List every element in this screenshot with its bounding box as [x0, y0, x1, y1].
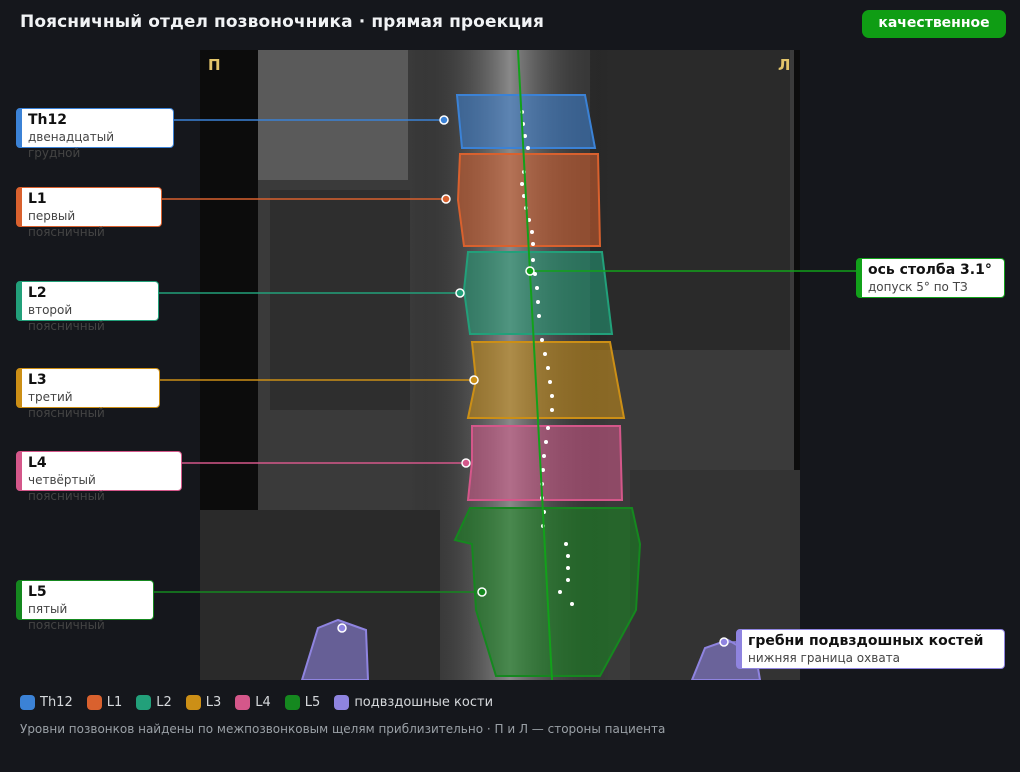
- legend-item-l5: L5: [284, 695, 320, 710]
- callout-l5: L5 пятый поясничный: [16, 580, 154, 632]
- legend-item-l3: L3: [185, 695, 221, 710]
- callout-l2-desc: второй поясничный: [28, 303, 105, 333]
- quality-badge: качественное: [862, 10, 1006, 38]
- page-title: Поясничный отдел позвоночника · прямая п…: [20, 12, 544, 32]
- legend-item-l4: L4: [235, 695, 271, 710]
- callout-th12-desc: двенадцатый грудной: [28, 130, 115, 160]
- legend-swatch: [136, 695, 152, 710]
- callout-th12: Th12 двенадцатый грудной: [16, 108, 174, 160]
- callout-axis-desc: допуск 5° по ТЗ: [868, 280, 968, 294]
- legend-swatch: [185, 695, 201, 710]
- callout-iliac-desc: нижняя граница охвата: [748, 651, 901, 665]
- side-marker-right-patient: П: [208, 56, 221, 74]
- vertebra-l2-region: [462, 251, 614, 335]
- callout-l1: L1 первый поясничный: [16, 187, 162, 239]
- xray-image: [200, 50, 800, 680]
- callout-l2-title: L2: [28, 285, 47, 301]
- callout-l1-title: L1: [28, 191, 47, 207]
- callout-l4-desc: четвёртый поясничный: [28, 473, 105, 503]
- legend-swatch: [284, 695, 300, 710]
- xray-viewer: П Л: [200, 50, 800, 680]
- callout-iliac: гребни подвздошных костей нижняя граница…: [736, 629, 1005, 669]
- legend-swatch: [20, 695, 35, 710]
- callout-l4-title: L4: [28, 455, 47, 471]
- legend-item-th12: Th12: [20, 695, 73, 710]
- callout-l3-desc: третий поясничный: [28, 390, 105, 420]
- side-marker-left-patient: Л: [778, 56, 791, 74]
- callout-axis: ось столба 3.1° допуск 5° по ТЗ: [856, 258, 1005, 298]
- vertebra-l1-region: [456, 153, 602, 247]
- legend-swatch: [86, 695, 102, 710]
- callout-l5-title: L5: [28, 584, 47, 600]
- legend-swatch: [334, 695, 350, 710]
- callout-l1-desc: первый поясничный: [28, 209, 105, 239]
- callout-l4: L4 четвёртый поясничный: [16, 451, 182, 503]
- callout-th12-title: Th12: [28, 112, 67, 128]
- vertebra-l4-region: [466, 425, 624, 501]
- legend-item-l2: L2: [136, 695, 172, 710]
- callout-l2: L2 второй поясничный: [16, 281, 159, 333]
- callout-l3: L3 третий поясничный: [16, 368, 160, 420]
- callout-axis-title: ось столба 3.1°: [868, 262, 992, 278]
- callout-l5-desc: пятый поясничный: [28, 602, 105, 632]
- legend-item-iliac: подвздошные кости: [334, 695, 493, 710]
- vertebra-th12-region: [455, 94, 597, 149]
- footnote: Уровни позвонков найдены по межпозвонков…: [20, 722, 666, 736]
- legend-swatch: [235, 695, 251, 710]
- legend: Th12 L1 L2 L3 L4 L5 подвздошные кости: [20, 695, 493, 710]
- legend-item-l1: L1: [86, 695, 122, 710]
- callout-iliac-title: гребни подвздошных костей: [748, 633, 984, 649]
- callout-l3-title: L3: [28, 372, 47, 388]
